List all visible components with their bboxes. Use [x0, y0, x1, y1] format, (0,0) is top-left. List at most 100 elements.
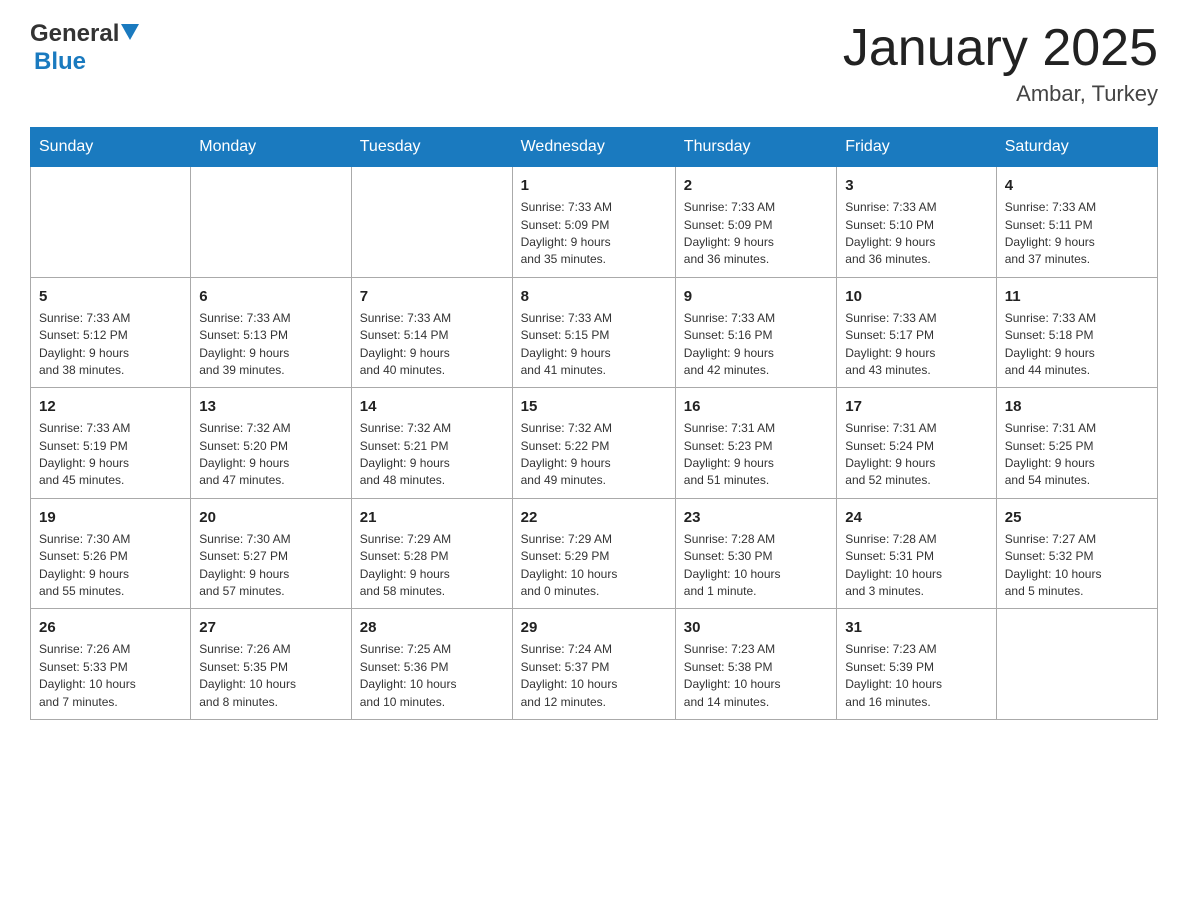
day-info: Sunrise: 7:33 AM Sunset: 5:09 PM Dayligh… — [684, 199, 828, 269]
day-info: Sunrise: 7:28 AM Sunset: 5:31 PM Dayligh… — [845, 531, 987, 601]
page-header: General Blue January 2025 Ambar, Turkey — [30, 20, 1158, 107]
calendar-cell: 20Sunrise: 7:30 AM Sunset: 5:27 PM Dayli… — [191, 498, 352, 609]
day-info: Sunrise: 7:31 AM Sunset: 5:23 PM Dayligh… — [684, 420, 828, 490]
calendar-subtitle: Ambar, Turkey — [843, 81, 1158, 107]
calendar-cell: 30Sunrise: 7:23 AM Sunset: 5:38 PM Dayli… — [675, 609, 836, 720]
calendar-cell: 7 Sunrise: 7:33 AM Sunset: 5:14 PM Daylig… — [351, 277, 512, 388]
weekday-header-monday: Monday — [191, 128, 352, 167]
day-info: Sunrise: 7:33 AM Sunset: 5:18 PM Dayligh… — [1005, 310, 1149, 380]
calendar-header: SundayMondayTuesdayWednesdayThursdayFrid… — [31, 128, 1158, 167]
day-number: 3 — [845, 175, 987, 196]
day-number: 12 — [39, 396, 182, 417]
day-info: Sunrise: 7:33 AM Sunset: 5:16 PM Dayligh… — [684, 310, 828, 380]
day-info: Sunrise: 7:33 AM Sunset: 5:14 PM Dayligh… — [360, 310, 504, 380]
day-number: 14 — [360, 396, 504, 417]
day-number: 18 — [1005, 396, 1149, 417]
day-number: 9 — [684, 286, 828, 307]
weekday-header-saturday: Saturday — [996, 128, 1157, 167]
day-info: Sunrise: 7:26 AM Sunset: 5:35 PM Dayligh… — [199, 641, 343, 711]
calendar-cell: 6 Sunrise: 7:33 AM Sunset: 5:13 PM Daylig… — [191, 277, 352, 388]
calendar-cell: 29Sunrise: 7:24 AM Sunset: 5:37 PM Dayli… — [512, 609, 675, 720]
calendar-cell: 17 Sunrise: 7:31 AM Sunset: 5:24 PM Dayli… — [837, 388, 996, 499]
calendar-cell: 11Sunrise: 7:33 AM Sunset: 5:18 PM Dayli… — [996, 277, 1157, 388]
day-info: Sunrise: 7:27 AM Sunset: 5:32 PM Dayligh… — [1005, 531, 1149, 601]
calendar-title: January 2025 — [843, 20, 1158, 77]
day-info: Sunrise: 7:33 AM Sunset: 5:10 PM Dayligh… — [845, 199, 987, 269]
day-number: 31 — [845, 617, 987, 638]
weekday-header-wednesday: Wednesday — [512, 128, 675, 167]
day-number: 6 — [199, 286, 343, 307]
day-number: 10 — [845, 286, 987, 307]
day-number: 4 — [1005, 175, 1149, 196]
calendar-cell — [996, 609, 1157, 720]
calendar-cell: 13Sunrise: 7:32 AM Sunset: 5:20 PM Dayli… — [191, 388, 352, 499]
calendar-cell — [351, 167, 512, 278]
day-number: 28 — [360, 617, 504, 638]
calendar-cell: 1Sunrise: 7:33 AM Sunset: 5:09 PM Daylig… — [512, 167, 675, 278]
day-number: 8 — [521, 286, 667, 307]
day-info: Sunrise: 7:32 AM Sunset: 5:20 PM Dayligh… — [199, 420, 343, 490]
day-info: Sunrise: 7:30 AM Sunset: 5:26 PM Dayligh… — [39, 531, 182, 601]
day-number: 29 — [521, 617, 667, 638]
title-area: January 2025 Ambar, Turkey — [843, 20, 1158, 107]
calendar-cell: 19 Sunrise: 7:30 AM Sunset: 5:26 PM Dayli… — [31, 498, 191, 609]
weekday-header-thursday: Thursday — [675, 128, 836, 167]
day-info: Sunrise: 7:29 AM Sunset: 5:28 PM Dayligh… — [360, 531, 504, 601]
day-number: 21 — [360, 507, 504, 528]
calendar-cell: 21 Sunrise: 7:29 AM Sunset: 5:28 PM Dayli… — [351, 498, 512, 609]
calendar-table: SundayMondayTuesdayWednesdayThursdayFrid… — [30, 127, 1158, 720]
day-number: 5 — [39, 286, 182, 307]
calendar-cell: 3 Sunrise: 7:33 AM Sunset: 5:10 PM Daylig… — [837, 167, 996, 278]
calendar-cell: 12 Sunrise: 7:33 AM Sunset: 5:19 PM Dayli… — [31, 388, 191, 499]
day-info: Sunrise: 7:25 AM Sunset: 5:36 PM Dayligh… — [360, 641, 504, 711]
day-info: Sunrise: 7:33 AM Sunset: 5:13 PM Dayligh… — [199, 310, 343, 380]
weekday-header-friday: Friday — [837, 128, 996, 167]
calendar-cell: 27Sunrise: 7:26 AM Sunset: 5:35 PM Dayli… — [191, 609, 352, 720]
day-info: Sunrise: 7:33 AM Sunset: 5:12 PM Dayligh… — [39, 310, 182, 380]
calendar-cell: 9 Sunrise: 7:33 AM Sunset: 5:16 PM Daylig… — [675, 277, 836, 388]
calendar-cell: 4 Sunrise: 7:33 AM Sunset: 5:11 PM Daylig… — [996, 167, 1157, 278]
day-info: Sunrise: 7:32 AM Sunset: 5:21 PM Dayligh… — [360, 420, 504, 490]
day-info: Sunrise: 7:31 AM Sunset: 5:25 PM Dayligh… — [1005, 420, 1149, 490]
calendar-week-2: 5 Sunrise: 7:33 AM Sunset: 5:12 PM Daylig… — [31, 277, 1158, 388]
calendar-body: 1 Sunrise: 7:33 AM Sunset: 5:09 PM Daylig… — [31, 167, 1158, 720]
day-number: 25 — [1005, 507, 1149, 528]
calendar-cell: 8Sunrise: 7:33 AM Sunset: 5:15 PM Daylig… — [512, 277, 675, 388]
calendar-cell: 23Sunrise: 7:28 AM Sunset: 5:30 PM Dayli… — [675, 498, 836, 609]
calendar-week-1: 1 Sunrise: 7:33 AM Sunset: 5:09 PM Daylig… — [31, 167, 1158, 278]
calendar-cell: 28 Sunrise: 7:25 AM Sunset: 5:36 PM Dayli… — [351, 609, 512, 720]
day-number: 19 — [39, 507, 182, 528]
logo-arrow-icon — [121, 24, 139, 45]
day-info: Sunrise: 7:31 AM Sunset: 5:24 PM Dayligh… — [845, 420, 987, 490]
day-info: Sunrise: 7:32 AM Sunset: 5:22 PM Dayligh… — [521, 420, 667, 490]
logo-text-blue: Blue — [34, 48, 86, 75]
calendar-cell: 25 Sunrise: 7:27 AM Sunset: 5:32 PM Dayli… — [996, 498, 1157, 609]
day-number: 23 — [684, 507, 828, 528]
day-number: 17 — [845, 396, 987, 417]
calendar-cell: 14 Sunrise: 7:32 AM Sunset: 5:21 PM Dayli… — [351, 388, 512, 499]
day-number: 20 — [199, 507, 343, 528]
weekday-header-tuesday: Tuesday — [351, 128, 512, 167]
calendar-cell: 18 Sunrise: 7:31 AM Sunset: 5:25 PM Dayli… — [996, 388, 1157, 499]
day-number: 2 — [684, 175, 828, 196]
calendar-cell: 24 Sunrise: 7:28 AM Sunset: 5:31 PM Dayli… — [837, 498, 996, 609]
day-number: 22 — [521, 507, 667, 528]
day-number: 24 — [845, 507, 987, 528]
day-info: Sunrise: 7:29 AM Sunset: 5:29 PM Dayligh… — [521, 531, 667, 601]
calendar-cell: 10Sunrise: 7:33 AM Sunset: 5:17 PM Dayli… — [837, 277, 996, 388]
day-info: Sunrise: 7:23 AM Sunset: 5:39 PM Dayligh… — [845, 641, 987, 711]
day-number: 30 — [684, 617, 828, 638]
calendar-cell: 26Sunrise: 7:26 AM Sunset: 5:33 PM Dayli… — [31, 609, 191, 720]
calendar-cell: 2 Sunrise: 7:33 AM Sunset: 5:09 PM Daylig… — [675, 167, 836, 278]
day-info: Sunrise: 7:33 AM Sunset: 5:11 PM Dayligh… — [1005, 199, 1149, 269]
calendar-cell: 5 Sunrise: 7:33 AM Sunset: 5:12 PM Daylig… — [31, 277, 191, 388]
calendar-cell: 22 Sunrise: 7:29 AM Sunset: 5:29 PM Dayli… — [512, 498, 675, 609]
day-number: 16 — [684, 396, 828, 417]
day-info: Sunrise: 7:26 AM Sunset: 5:33 PM Dayligh… — [39, 641, 182, 711]
day-info: Sunrise: 7:33 AM Sunset: 5:19 PM Dayligh… — [39, 420, 182, 490]
day-number: 1 — [521, 175, 667, 196]
day-number: 15 — [521, 396, 667, 417]
day-number: 7 — [360, 286, 504, 307]
calendar-cell — [31, 167, 191, 278]
calendar-cell: 31 Sunrise: 7:23 AM Sunset: 5:39 PM Dayli… — [837, 609, 996, 720]
